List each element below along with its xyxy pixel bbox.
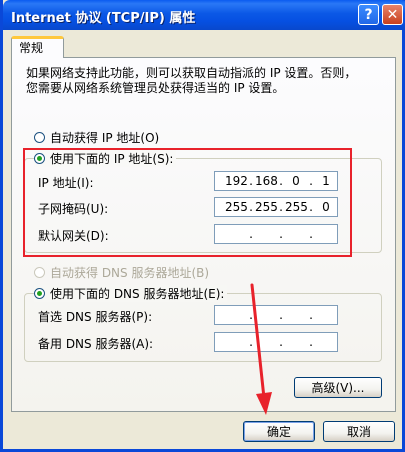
- mask-octet-4: 0: [322, 200, 330, 214]
- preferred-dns-input[interactable]: . . .: [214, 305, 338, 325]
- alternate-dns-input[interactable]: . . .: [214, 332, 338, 352]
- preferred-dns-label: 首选 DNS 服务器(P):: [38, 310, 153, 324]
- subnet-mask-label: 子网掩码(U):: [38, 202, 109, 216]
- ip-octet-1: 192: [225, 174, 248, 188]
- ip-octet-4: 1: [322, 174, 330, 188]
- manual-ip-label: 使用下面的 IP 地址(S):: [50, 152, 174, 166]
- auto-dns-label: 自动获得 DNS 服务器地址(B): [50, 266, 210, 280]
- subnet-mask-input[interactable]: 255. 255. 255. 0: [214, 197, 338, 217]
- advanced-button[interactable]: 高级(V)...: [294, 377, 382, 398]
- window-title: Internet 协议 (TCP/IP) 属性: [11, 11, 196, 26]
- description-text: 如果网络支持此功能，则可以获取自动指派的 IP 设置。否则， 您需要从网络系统管…: [26, 66, 386, 96]
- ok-button[interactable]: 确定: [243, 421, 315, 442]
- alternate-dns-label: 备用 DNS 服务器(A):: [38, 337, 154, 351]
- default-gateway-input[interactable]: . . .: [214, 224, 338, 244]
- manual-dns-label: 使用下面的 DNS 服务器地址(E):: [50, 287, 225, 301]
- cancel-button[interactable]: 取消: [323, 421, 395, 442]
- auto-dns-radio-row[interactable]: 自动获得 DNS 服务器地址(B): [34, 264, 209, 281]
- close-icon: ✕: [386, 6, 399, 23]
- ip-address-input[interactable]: 192. 168. 0. 1: [214, 171, 338, 191]
- auto-ip-radio[interactable]: [34, 132, 45, 143]
- mask-octet-1: 255: [225, 200, 248, 214]
- help-button[interactable]: ?: [358, 4, 379, 25]
- panel-content: 如果网络支持此功能，则可以获取自动指派的 IP 设置。否则， 您需要从网络系统管…: [11, 57, 396, 412]
- mask-octet-2: 255: [255, 200, 278, 214]
- manual-ip-radio-row[interactable]: 使用下面的 IP 地址(S):: [34, 150, 177, 167]
- description-line-2: 您需要从网络系统管理员处获得适当的 IP 设置。: [26, 81, 285, 95]
- help-icon: ?: [364, 6, 373, 23]
- dialog-window: Internet 协议 (TCP/IP) 属性 ? ✕ 常规 如果网络支持此功能…: [0, 0, 405, 452]
- auto-ip-label: 自动获得 IP 地址(O): [50, 131, 160, 145]
- description-line-1: 如果网络支持此功能，则可以获取自动指派的 IP 设置。否则，: [26, 66, 357, 80]
- manual-ip-radio[interactable]: [34, 153, 45, 164]
- ip-octet-2: 168: [255, 174, 278, 188]
- default-gateway-label: 默认网关(D):: [38, 229, 109, 243]
- tab-general[interactable]: 常规: [11, 36, 64, 58]
- ip-octet-3: 0: [292, 174, 300, 188]
- auto-dns-radio[interactable]: [34, 267, 45, 278]
- auto-ip-radio-row[interactable]: 自动获得 IP 地址(O): [34, 129, 159, 146]
- close-button[interactable]: ✕: [382, 4, 403, 25]
- manual-dns-radio[interactable]: [34, 288, 45, 299]
- mask-octet-3: 255: [285, 200, 308, 214]
- ip-address-label: IP 地址(I):: [38, 176, 94, 190]
- title-bar[interactable]: Internet 协议 (TCP/IP) 属性 ? ✕: [3, 0, 405, 30]
- manual-dns-radio-row[interactable]: 使用下面的 DNS 服务器地址(E):: [34, 285, 228, 302]
